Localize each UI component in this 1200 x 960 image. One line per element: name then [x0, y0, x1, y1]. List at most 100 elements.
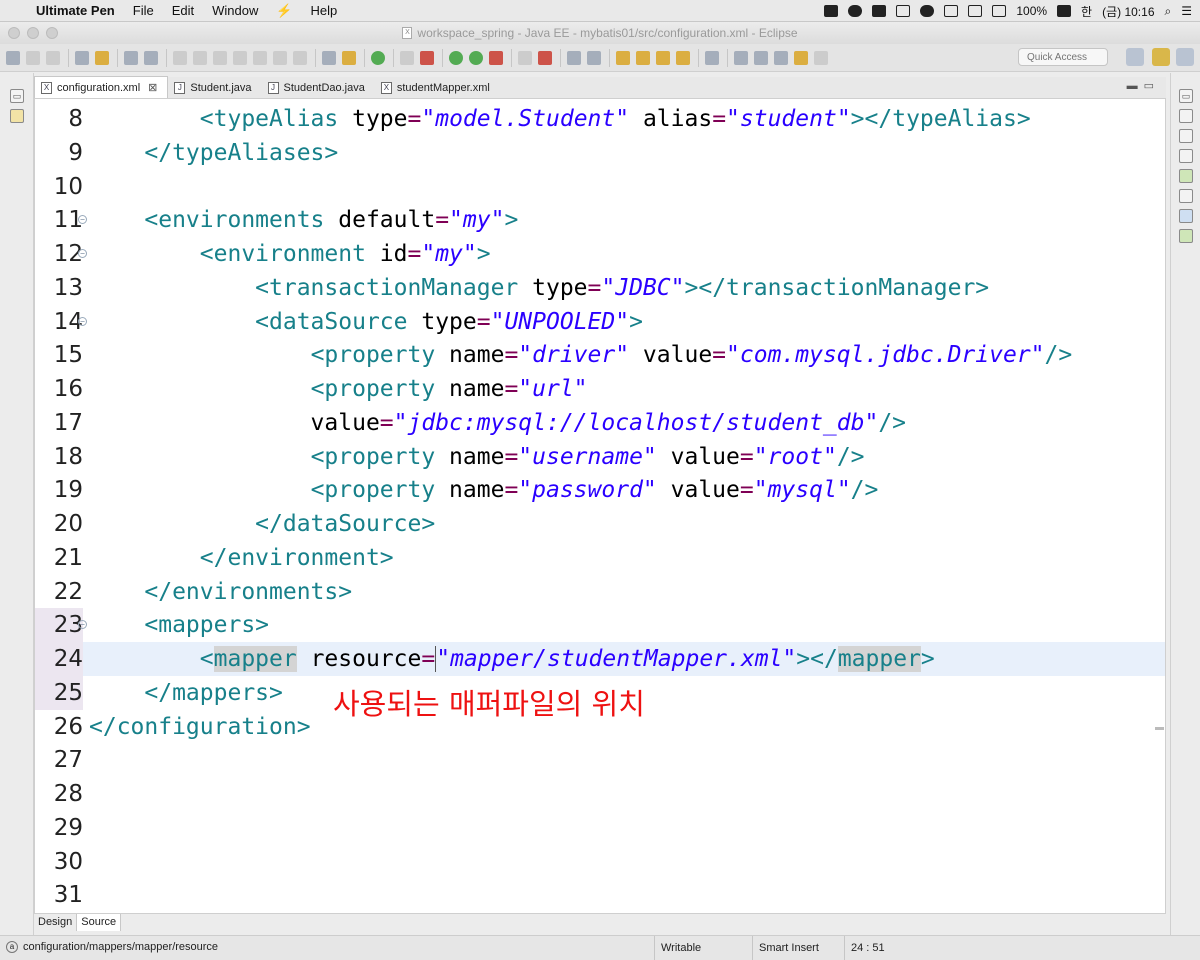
notification-list-icon[interactable]: ☰ — [1181, 4, 1192, 18]
fold-toggle-icon[interactable]: − — [78, 215, 87, 225]
terminate-icon[interactable] — [213, 50, 227, 65]
disconnect-icon[interactable] — [233, 50, 247, 65]
step-return-icon[interactable] — [293, 50, 307, 65]
battery-icon[interactable] — [1057, 5, 1072, 17]
coverage-icon[interactable] — [489, 50, 503, 65]
restore-icon[interactable]: ▭ — [1179, 89, 1193, 103]
code-line[interactable]: 8 <typeAlias type="model.Student" alias=… — [35, 102, 1165, 136]
code-line[interactable]: 24 <mapper resource="mapper/studentMappe… — [35, 642, 1165, 676]
zoom-window-button[interactable] — [46, 27, 58, 39]
window-icon[interactable] — [944, 5, 959, 17]
code-line[interactable]: 15 <property name="driver" value="com.my… — [35, 338, 1165, 372]
overview-ruler-marker[interactable] — [1155, 727, 1164, 730]
git-perspective-icon[interactable] — [1176, 48, 1194, 66]
open-perspective-icon[interactable] — [1126, 48, 1144, 66]
outline-icon[interactable] — [322, 50, 336, 65]
debug-icon[interactable] — [449, 50, 463, 65]
menu-window[interactable]: Window — [212, 3, 258, 18]
globe-icon[interactable] — [705, 50, 719, 65]
servers-icon[interactable] — [1179, 169, 1193, 183]
fold-toggle-icon[interactable]: − — [78, 249, 87, 258]
suspend-icon[interactable] — [193, 50, 207, 65]
tab-configuration-xml[interactable]: X configuration.xml ⊠ — [34, 76, 169, 98]
tab-studentdao-java[interactable]: J StudentDao.java — [262, 77, 375, 98]
tab-design[interactable]: Design — [34, 914, 78, 931]
open-resource-icon[interactable] — [676, 50, 690, 65]
back-icon[interactable] — [794, 50, 808, 65]
start-server-icon[interactable] — [371, 50, 385, 65]
cloud-icon[interactable] — [920, 5, 935, 17]
step-over-icon[interactable] — [273, 50, 287, 65]
app-menu[interactable]: Ultimate Pen — [36, 3, 115, 18]
tab-student-java[interactable]: J Student.java — [168, 77, 261, 98]
close-icon[interactable]: ⊠ — [148, 81, 157, 94]
dropbox-icon[interactable] — [824, 5, 839, 17]
skip-breakpoints-icon[interactable] — [144, 50, 158, 65]
code-line[interactable]: 27 — [35, 743, 1165, 777]
build-icon[interactable] — [75, 50, 89, 65]
previous-annotation-icon[interactable] — [774, 50, 788, 65]
code-line[interactable]: 31 — [35, 878, 1165, 912]
new-icon[interactable] — [6, 50, 20, 65]
code-line[interactable]: 21 </environment> — [35, 541, 1165, 575]
code-line[interactable]: 30 — [35, 845, 1165, 879]
tab-source[interactable]: Source — [77, 914, 122, 931]
code-line[interactable]: 12− <environment id="my"> — [35, 237, 1165, 271]
input-method[interactable]: 한 — [1081, 3, 1092, 20]
xml-source-editor[interactable]: 8 <typeAlias type="model.Student" alias=… — [34, 99, 1166, 913]
minimize-maximize-icons[interactable]: ▬▭ — [1127, 79, 1160, 92]
resume-icon[interactable] — [173, 50, 187, 65]
chat-icon[interactable] — [848, 5, 863, 17]
pin-icon[interactable] — [734, 50, 748, 65]
code-line[interactable]: 14− <dataSource type="UNPOOLED"> — [35, 305, 1165, 339]
menu-edit[interactable]: Edit — [172, 3, 194, 18]
outline-view-icon[interactable] — [1179, 129, 1193, 143]
airplay-icon[interactable] — [992, 5, 1007, 17]
build-all-icon[interactable] — [95, 50, 109, 65]
menu-file[interactable]: File — [133, 3, 154, 18]
minimize-window-button[interactable] — [27, 27, 39, 39]
code-line[interactable]: 29 — [35, 811, 1165, 845]
save-icon[interactable] — [26, 50, 40, 65]
properties-icon[interactable] — [1179, 189, 1193, 203]
wifi-icon[interactable] — [968, 5, 983, 17]
save-all-icon[interactable] — [46, 50, 60, 65]
data-source-explorer-icon[interactable] — [1179, 229, 1193, 243]
task-list-icon[interactable] — [1179, 109, 1193, 123]
code-line[interactable]: 20 </dataSource> — [35, 507, 1165, 541]
menu-help[interactable]: Help — [311, 3, 338, 18]
code-line[interactable]: 22 </environments> — [35, 575, 1165, 609]
run-icon[interactable] — [469, 50, 483, 65]
code-line[interactable]: 17 value="jdbc:mysql://localhost/student… — [35, 406, 1165, 440]
open-type-icon[interactable] — [616, 50, 630, 65]
external-tools-icon[interactable] — [538, 50, 552, 65]
code-line[interactable]: 10 — [35, 170, 1165, 204]
quick-access-input[interactable] — [1018, 48, 1108, 66]
console-icon[interactable] — [1179, 209, 1193, 223]
new-java-class-icon[interactable] — [587, 50, 601, 65]
code-line[interactable]: 18 <property name="username" value="root… — [35, 440, 1165, 474]
server-icon[interactable] — [342, 50, 356, 65]
new-java-package-icon[interactable] — [567, 50, 581, 65]
code-line[interactable]: 28 — [35, 777, 1165, 811]
java-ee-perspective-icon[interactable] — [1152, 48, 1170, 66]
bookmarks-icon[interactable] — [1179, 149, 1193, 163]
restore-icon[interactable]: ▭ — [10, 89, 24, 103]
next-annotation-icon[interactable] — [754, 50, 768, 65]
fold-toggle-icon[interactable]: − — [78, 316, 87, 326]
open-task-icon[interactable] — [636, 50, 650, 65]
toggle-mark-icon[interactable] — [400, 50, 414, 65]
menu-script-icon[interactable]: ⚡ — [276, 3, 292, 19]
fold-toggle-icon[interactable]: − — [78, 620, 87, 630]
code-line[interactable]: 11− <environments default="my"> — [35, 203, 1165, 237]
code-line[interactable]: 13 <transactionManager type="JDBC"></tra… — [35, 271, 1165, 305]
web-browser-icon[interactable] — [420, 50, 434, 65]
code-line[interactable]: 16 <property name="url" — [35, 372, 1165, 406]
clock[interactable]: (금) 10:16 — [1102, 3, 1154, 20]
terminal-icon[interactable] — [124, 50, 138, 65]
stop-icon[interactable] — [518, 50, 532, 65]
keyboard-icon[interactable] — [872, 5, 887, 17]
search-icon[interactable]: ⌕ — [1165, 4, 1172, 19]
d-icon[interactable] — [896, 5, 911, 17]
code-line[interactable]: 19 <property name="password" value="mysq… — [35, 473, 1165, 507]
